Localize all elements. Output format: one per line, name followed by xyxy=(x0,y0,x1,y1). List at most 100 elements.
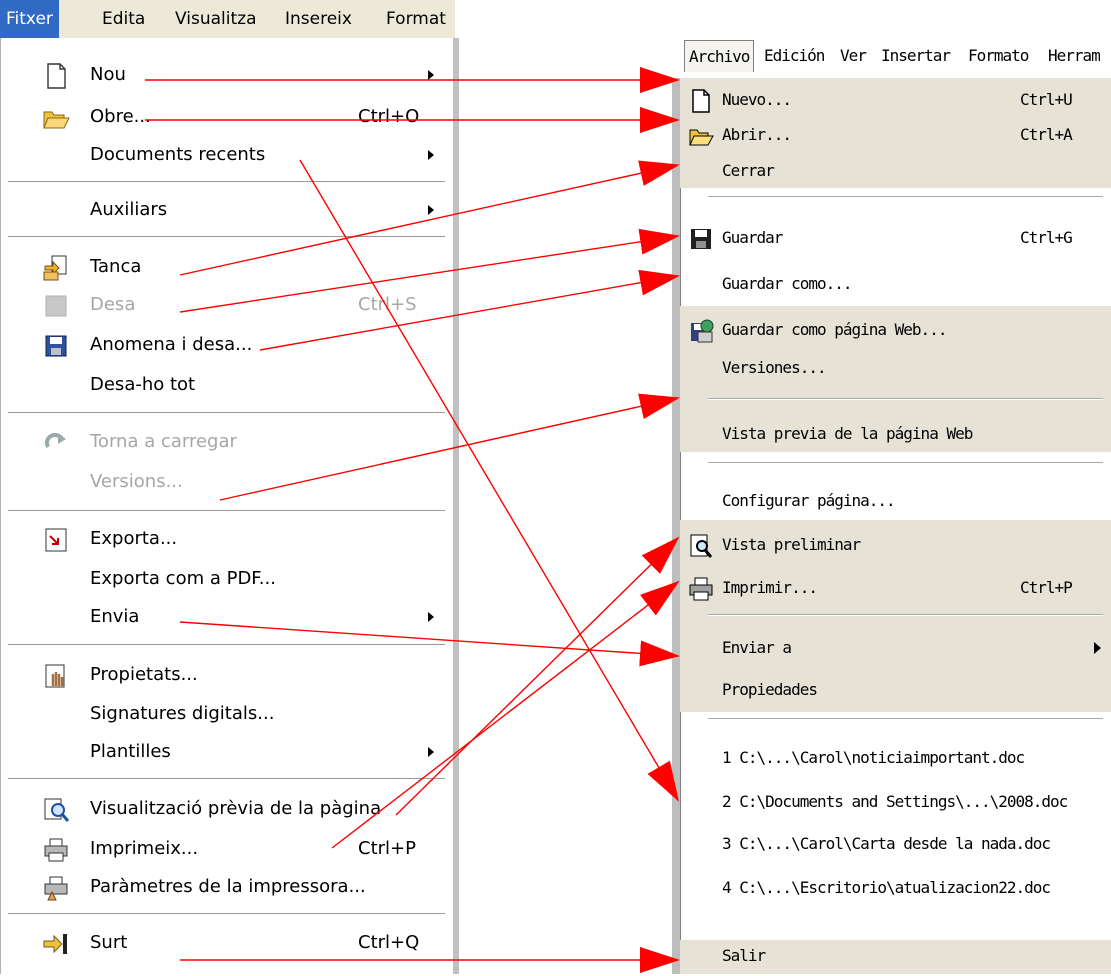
properties-icon xyxy=(42,662,70,690)
right-menu-item-abrir[interactable]: Abrir... Ctrl+A xyxy=(680,117,1111,155)
menu-item-label: Exporta... xyxy=(90,528,178,549)
left-menu-item-tanca[interactable]: Tanca xyxy=(0,250,453,286)
menu-item-label: Surt xyxy=(90,932,128,953)
printer-icon xyxy=(42,836,70,864)
right-menu-item-cerrar[interactable]: Cerrar xyxy=(680,153,1111,191)
menu-item-label: Configurar página... xyxy=(722,491,896,510)
left-menu-item-exporta[interactable]: Exporta... xyxy=(0,522,453,558)
exit-icon xyxy=(42,930,70,958)
menu-item-label: Imprimeix... xyxy=(90,838,199,859)
left-menu-item-obre[interactable]: Obre... Ctrl+O xyxy=(0,100,453,136)
left-menubar-item-insereix[interactable]: Insereix xyxy=(285,0,352,38)
right-menu-item-recent-2[interactable]: 2 C:\Documents and Settings\...\2008.doc xyxy=(680,784,1111,822)
right-menu-shadow xyxy=(672,78,680,974)
right-menu-item-recent-3[interactable]: 3 C:\...\Carol\Carta desde la nada.doc xyxy=(680,826,1111,864)
menu-item-shortcut: Ctrl+Q xyxy=(358,932,420,953)
menu-item-label: Propietats... xyxy=(90,664,198,685)
left-menubar-item-visualitza[interactable]: Visualitza xyxy=(175,0,256,38)
left-menu-item-propietats[interactable]: Propietats... xyxy=(0,658,453,694)
right-menu-item-versiones[interactable]: Versiones... xyxy=(680,350,1111,388)
right-menu-item-configurar-pagina[interactable]: Configurar página... xyxy=(680,483,1111,521)
print-preview-icon xyxy=(688,533,714,559)
left-menu-item-desa[interactable]: Desa Ctrl+S xyxy=(0,288,453,324)
menu-separator xyxy=(8,778,445,780)
menu-item-label: Propiedades xyxy=(722,680,818,699)
menu-separator xyxy=(8,644,445,646)
right-menubar-item-ver[interactable]: Ver xyxy=(840,46,867,65)
submenu-arrow-icon xyxy=(428,70,434,80)
right-menu-item-vista-previa-web[interactable]: Vista previa de la página Web xyxy=(680,416,1111,454)
right-menubar-item-edicion[interactable]: Edición xyxy=(764,46,825,65)
menu-item-label: Guardar xyxy=(722,228,783,247)
menu-separator xyxy=(8,181,445,183)
menu-separator xyxy=(708,196,1103,198)
close-document-icon xyxy=(42,254,70,282)
menu-separator xyxy=(708,718,1103,720)
left-menu-item-visualitzacio-previa[interactable]: Visualització prèvia de la pàgina xyxy=(0,792,453,828)
menu-item-label: Guardar como página Web... xyxy=(722,320,947,339)
right-menu-item-guardar-como[interactable]: Guardar como... xyxy=(680,266,1111,304)
left-menu-item-imprimeix[interactable]: Imprimeix... Ctrl+P xyxy=(0,832,453,868)
right-menu-item-guardar[interactable]: Guardar Ctrl+G xyxy=(680,220,1111,258)
left-menu-item-exporta-pdf[interactable]: Exporta com a PDF... xyxy=(0,562,453,598)
left-menu-item-signatures-digitals[interactable]: Signatures digitals... xyxy=(0,697,453,733)
left-menu-item-parametres-impressora[interactable]: Paràmetres de la impressora... xyxy=(0,870,453,906)
menu-separator xyxy=(708,462,1103,464)
menu-item-label: Anomena i desa... xyxy=(90,334,253,355)
right-menu-item-propiedades[interactable]: Propiedades xyxy=(680,672,1111,710)
right-menubar-item-archivo[interactable]: Archivo xyxy=(684,40,755,72)
menu-separator xyxy=(8,913,445,915)
menu-item-label: Tanca xyxy=(90,256,142,277)
left-menu-item-envia[interactable]: Envia xyxy=(0,600,453,636)
menu-item-label: Plantilles xyxy=(90,741,171,762)
menu-separator xyxy=(708,614,1103,616)
submenu-arrow-icon xyxy=(428,150,434,160)
menu-item-label: Paràmetres de la impressora... xyxy=(90,876,366,897)
left-menubar-item-fitxer[interactable]: Fitxer xyxy=(0,0,59,38)
new-document-icon xyxy=(42,62,70,90)
menu-item-label: Exporta com a PDF... xyxy=(90,568,276,589)
right-menu-item-guardar-como-web[interactable]: Guardar como página Web... xyxy=(680,312,1111,350)
menu-item-label: Auxiliars xyxy=(90,199,168,220)
left-menu-item-versions[interactable]: Versions... xyxy=(0,465,453,501)
menu-item-label: Signatures digitals... xyxy=(90,703,275,724)
left-menu-item-anomena-i-desa[interactable]: Anomena i desa... xyxy=(0,328,453,364)
left-menubar-item-edita[interactable]: Edita xyxy=(102,0,145,38)
right-menu-item-nuevo[interactable]: Nuevo... Ctrl+U xyxy=(680,82,1111,120)
menu-item-shortcut: Ctrl+G xyxy=(1020,228,1073,247)
right-menu-item-imprimir[interactable]: Imprimir... Ctrl+P xyxy=(680,570,1111,608)
menu-separator xyxy=(8,236,445,238)
open-folder-icon xyxy=(688,123,714,149)
left-menu-item-plantilles[interactable]: Plantilles xyxy=(0,735,453,771)
left-menu-item-documents-recents[interactable]: Documents recents xyxy=(0,138,453,174)
left-menu-item-auxiliars[interactable]: Auxiliars xyxy=(0,193,453,229)
right-menu-item-recent-4[interactable]: 4 C:\...\Escritorio\atualizacion22.doc xyxy=(680,870,1111,908)
menu-item-label: Versions... xyxy=(90,471,183,492)
menu-item-label: 2 C:\Documents and Settings\...\2008.doc xyxy=(722,792,1068,811)
submenu-arrow-icon xyxy=(428,612,434,622)
right-menubar-item-herramientas[interactable]: Herram xyxy=(1048,46,1101,65)
right-menubar-item-formato[interactable]: Formato xyxy=(968,46,1029,65)
save-as-icon xyxy=(42,332,70,360)
left-menubar: Fitxer Edita Visualitza Insereix Format xyxy=(0,0,455,39)
left-menu-item-nou[interactable]: Nou xyxy=(0,58,453,94)
right-menu-item-enviar-a[interactable]: Enviar a xyxy=(680,630,1111,668)
right-menu-item-vista-preliminar[interactable]: Vista preliminar xyxy=(680,527,1111,565)
menu-item-label: 3 C:\...\Carol\Carta desde la nada.doc xyxy=(722,834,1051,853)
reload-icon xyxy=(42,429,70,457)
left-menu-item-surt[interactable]: Surt Ctrl+Q xyxy=(0,926,453,962)
left-menu-item-desa-ho-tot[interactable]: Desa-ho tot xyxy=(0,368,453,404)
menu-item-label: Desa-ho tot xyxy=(90,374,196,395)
left-menubar-item-format[interactable]: Format xyxy=(386,0,446,38)
submenu-arrow-icon xyxy=(428,747,434,757)
right-menubar-item-insertar[interactable]: Insertar xyxy=(881,46,951,65)
menu-item-shortcut: Ctrl+P xyxy=(358,838,416,859)
right-menu-item-recent-1[interactable]: 1 C:\...\Carol\noticiaimportant.doc xyxy=(680,740,1111,778)
print-preview-icon xyxy=(42,796,70,824)
new-document-icon xyxy=(688,88,714,114)
left-menu-item-torna-a-carregar[interactable]: Torna a carregar xyxy=(0,425,453,461)
right-menu-item-salir[interactable]: Salir xyxy=(680,938,1111,976)
menu-item-shortcut: Ctrl+A xyxy=(1020,125,1073,144)
menu-item-label: Desa xyxy=(90,294,136,315)
menu-item-label: Vista previa de la página Web xyxy=(722,424,973,443)
